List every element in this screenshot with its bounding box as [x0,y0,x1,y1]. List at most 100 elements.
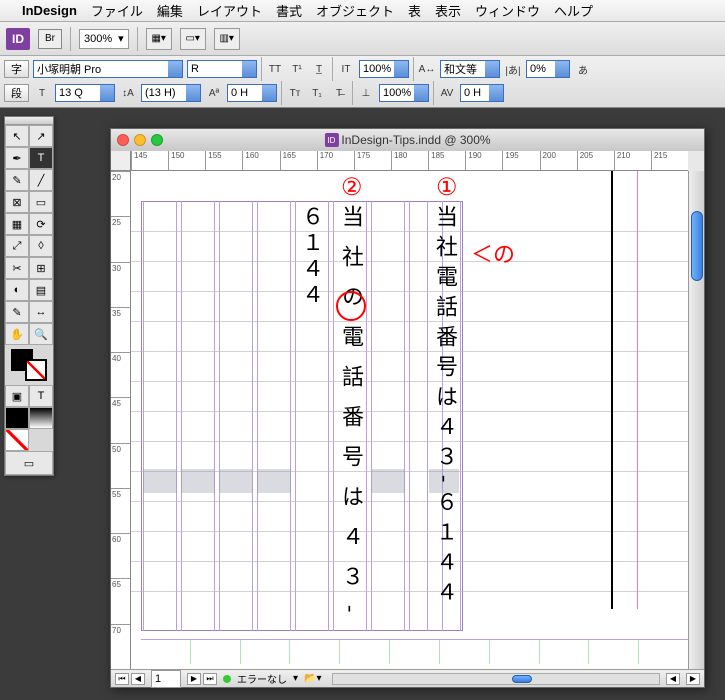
format-text-icon[interactable]: T [29,385,53,407]
allcaps-icon[interactable]: TT [266,64,284,75]
zoom-select[interactable]: 300% [79,29,129,49]
open-icon[interactable]: 📂▾ [304,673,321,684]
line-tool[interactable]: ╱ [29,169,53,191]
highlight-row [219,469,253,493]
hscale-icon: ⊥ [357,88,375,99]
menu-help[interactable]: ヘルプ [554,1,593,20]
type-tool[interactable]: T [29,147,53,169]
apply-color-icon[interactable] [5,407,29,429]
id-app-icon[interactable]: ID [6,28,30,50]
marker-2: ② [341,173,363,202]
scroll-left-button[interactable]: ◀ [666,673,680,685]
note-tool[interactable]: ▤ [29,279,53,301]
kerning-field[interactable]: 和文等 [440,60,500,78]
highlight-row [371,469,405,493]
minimize-button[interactable] [134,134,146,146]
aa-icon[interactable]: あ [574,62,592,77]
vertical-text-col3[interactable]: ６１４４ [300,205,322,309]
direct-selection-tool[interactable]: ↗ [29,125,53,147]
zoom-tool[interactable]: 🔍 [29,323,53,345]
fill-stroke-swatch[interactable] [5,345,53,385]
bleed-rule [637,171,638,609]
menu-layout[interactable]: レイアウト [197,1,262,20]
rotate-tool[interactable]: ⟳ [29,213,53,235]
measure-tool[interactable]: ↔ [29,301,53,323]
menu-window[interactable]: ウィンドウ [475,1,540,20]
pencil-tool[interactable]: ✎ [5,169,29,191]
rotation-field[interactable]: 0% [526,60,570,78]
app-name[interactable]: InDesign [22,3,77,18]
preflight-status-icon[interactable] [223,675,231,683]
view-options-icon[interactable]: ▦▾ [146,28,172,50]
highlight-row [257,469,291,493]
vertical-text-col2[interactable]: 当社の電話番号は４３‐ [340,205,362,630]
font-size-field[interactable]: 13 Q [55,84,115,102]
horizontal-ruler[interactable]: 145 150 155 160 165 170 175 180 185 190 … [131,151,688,171]
page-number-field[interactable]: 1 [151,670,181,688]
menubar: InDesign ファイル 編集 レイアウト 書式 オブジェクト 表 表示 ウィ… [0,0,725,22]
arrange-icon[interactable]: ▥▾ [214,28,240,50]
bridge-button[interactable]: Br [38,29,62,49]
table-tool[interactable]: ▦ [5,213,29,235]
app-toolbar: ID Br 300% ▦▾ ▭▾ ▥▾ [0,22,725,56]
scissors-tool[interactable]: ✂ [5,257,29,279]
gradient-tool[interactable]: ◐ [5,279,29,301]
shear-tool[interactable]: ◊ [29,235,53,257]
menu-view[interactable]: 表示 [435,1,461,20]
subscript-icon[interactable]: T₁ [308,88,326,99]
first-page-button[interactable]: ⏮ [115,673,129,685]
canvas[interactable]: 当社電話番号は４３‐６１４４ 当社の電話番号は４３‐ ６１４４ ① ② ＜の [131,171,688,669]
font-style-field[interactable]: R [187,60,257,78]
menu-object[interactable]: オブジェクト [316,1,394,20]
para-mode-button[interactable]: 段 [4,84,29,102]
view-mode-icon[interactable]: ▭ [5,451,53,475]
vertical-text-col1[interactable]: 当社電話番号は４３‐６１４４ [434,205,456,610]
apply-none-icon[interactable] [5,429,29,451]
apply-gradient-icon[interactable] [29,407,53,429]
zoom-button[interactable] [151,134,163,146]
horizontal-scrollbar[interactable] [332,673,660,685]
vertical-ruler[interactable]: 20 25 30 35 40 45 50 55 60 65 70 [111,171,131,669]
hand-tool[interactable]: ✋ [5,323,29,345]
smallcaps-icon[interactable]: Tᴛ [286,88,304,99]
font-family-field[interactable]: 小塚明朝 Pro [33,60,183,78]
preflight-status-text[interactable]: エラーなし [237,671,287,686]
prev-page-button[interactable]: ◀ [131,673,145,685]
window-titlebar[interactable]: ID InDesign-Tips.indd @ 300% [111,129,704,151]
next-page-button[interactable]: ▶ [187,673,201,685]
tracking-field[interactable]: 0 H [460,84,504,102]
size-icon: T [33,88,51,99]
format-container-icon[interactable]: ▣ [5,385,29,407]
tool-palette: ↖ ↗ ✒ T ✎ ╱ ⊠ ▭ ▦ ⟳ ⤢ ◊ ✂ ⊞ ◐ ▤ ✎ ↔ ✋ 🔍 [4,116,54,476]
frame-tool[interactable]: ⊠ [5,191,29,213]
free-transform-tool[interactable]: ⊞ [29,257,53,279]
tracking-icon: AV [438,88,456,99]
last-page-button[interactable]: ⏭ [203,673,217,685]
strikethrough-icon[interactable]: T̶ [330,88,348,99]
menu-type[interactable]: 書式 [276,1,302,20]
rectangle-tool[interactable]: ▭ [29,191,53,213]
eyedropper-tool[interactable]: ✎ [5,301,29,323]
scale-tool[interactable]: ⤢ [5,235,29,257]
vertical-scrollbar[interactable] [688,171,704,669]
underline-icon[interactable]: T̲ [310,64,328,75]
char-mode-button[interactable]: 字 [4,60,29,78]
screen-mode-icon[interactable]: ▭▾ [180,28,206,50]
selection-tool[interactable]: ↖ [5,125,29,147]
vscale-icon: IT [337,64,355,75]
baseline-shift-field[interactable]: 0 H [227,84,277,102]
red-circle-highlight [336,291,366,321]
leading-field[interactable]: (13 H) [141,84,201,102]
menu-edit[interactable]: 編集 [157,1,183,20]
vscale-field[interactable]: 100% [359,60,409,78]
hscale-field[interactable]: 100% [379,84,429,102]
annotation-arrow-no: ＜の [471,237,515,269]
close-button[interactable] [117,134,129,146]
ruler-origin[interactable] [111,151,131,171]
pen-tool[interactable]: ✒ [5,147,29,169]
scroll-right-button[interactable]: ▶ [686,673,700,685]
document-window: ID InDesign-Tips.indd @ 300% 145 150 155… [110,128,705,688]
menu-table[interactable]: 表 [408,1,421,20]
menu-file[interactable]: ファイル [91,1,143,20]
superscript-icon[interactable]: T¹ [288,64,306,75]
